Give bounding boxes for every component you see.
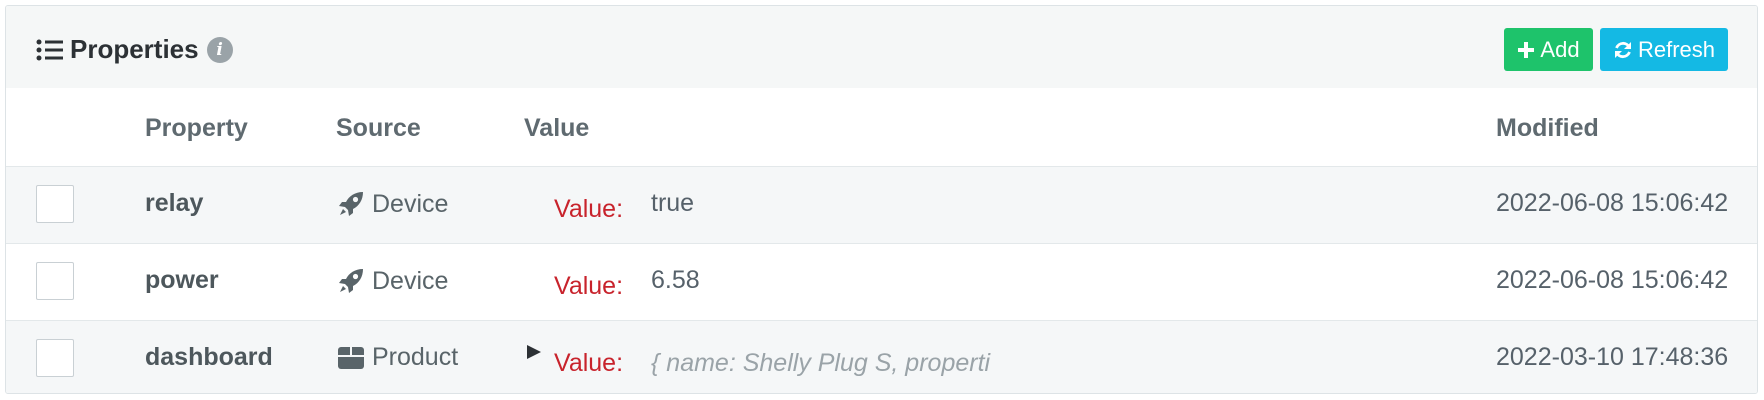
property-name: power (145, 266, 219, 294)
table-row[interactable]: power Device Value: 6.58 2022-06-08 15:0… (6, 244, 1757, 321)
table-header: Property Source Value Modified (6, 88, 1757, 167)
properties-table: Property Source Value Modified relay Dev… (6, 88, 1757, 393)
source-label: Device (372, 189, 449, 218)
refresh-icon (1614, 41, 1631, 58)
source-cell: Device (336, 266, 448, 296)
property-name: relay (145, 189, 204, 217)
row-checkbox[interactable] (36, 262, 74, 300)
value-text: true (651, 189, 695, 217)
add-button[interactable]: Add (1504, 28, 1593, 71)
value-object-preview[interactable]: { name: Shelly Plug S, properti (651, 349, 990, 378)
column-header-value[interactable]: Value (524, 114, 589, 143)
table-row[interactable]: relay Device Value: true 2022-06-08 15:0… (6, 167, 1757, 244)
expand-triangle-icon[interactable] (525, 343, 543, 361)
row-checkbox[interactable] (36, 339, 74, 377)
source-cell: Device (336, 189, 448, 219)
column-header-modified[interactable]: Modified (1496, 114, 1599, 143)
rocket-icon (339, 192, 363, 216)
column-header-source[interactable]: Source (336, 114, 421, 143)
panel-title-text: Properties (70, 34, 199, 64)
add-button-label: Add (1540, 36, 1580, 62)
info-icon[interactable]: i (206, 36, 233, 63)
row-checkbox[interactable] (36, 185, 74, 223)
list-icon (36, 39, 63, 60)
panel-header: Properties i Add Refresh (6, 6, 1757, 89)
modified-timestamp: 2022-06-08 15:06:42 (1496, 189, 1729, 217)
box-icon (338, 346, 364, 369)
table-row[interactable]: dashboard Product Value: { name: Shelly … (6, 321, 1757, 393)
value-label: Value: (554, 349, 624, 377)
modified-timestamp: 2022-06-08 15:06:42 (1496, 266, 1729, 294)
plus-icon (1518, 41, 1535, 58)
refresh-button-label: Refresh (1637, 36, 1716, 62)
column-header-property[interactable]: Property (145, 114, 248, 143)
refresh-button[interactable]: Refresh (1600, 28, 1728, 71)
properties-panel: Properties i Add Refresh Property Source… (5, 5, 1758, 394)
value-label: Value: (554, 272, 624, 300)
source-cell: Product (336, 343, 458, 372)
panel-title: Properties i (36, 34, 233, 65)
source-label: Device (372, 266, 449, 295)
modified-timestamp: 2022-03-10 17:48:36 (1496, 343, 1729, 371)
property-name: dashboard (145, 343, 273, 371)
value-text: 6.58 (651, 266, 700, 294)
value-label: Value: (554, 195, 624, 223)
rocket-icon (339, 269, 363, 293)
source-label: Product (372, 343, 459, 371)
